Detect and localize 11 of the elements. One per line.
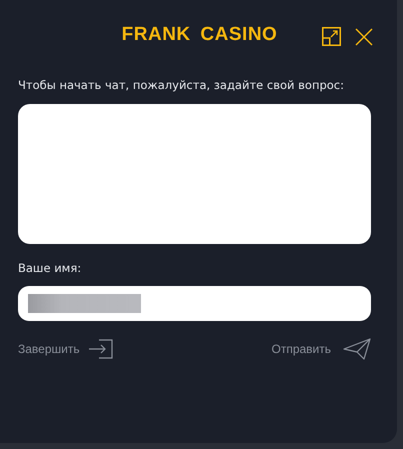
finish-button[interactable]: Завершить [18, 338, 114, 360]
close-icon[interactable] [355, 28, 373, 46]
paper-plane-icon [343, 338, 371, 360]
exit-icon [88, 339, 114, 359]
name-label: Ваше имя: [18, 261, 82, 275]
expand-icon[interactable] [322, 27, 341, 46]
logo-text: FRANK CASINO [122, 24, 278, 46]
send-button[interactable]: Отправить [271, 338, 371, 360]
prompt-text: Чтобы начать чат, пожалуйста, задайте свой вопрос: [18, 78, 346, 92]
message-field[interactable] [18, 104, 371, 244]
name-field[interactable] [18, 286, 371, 321]
